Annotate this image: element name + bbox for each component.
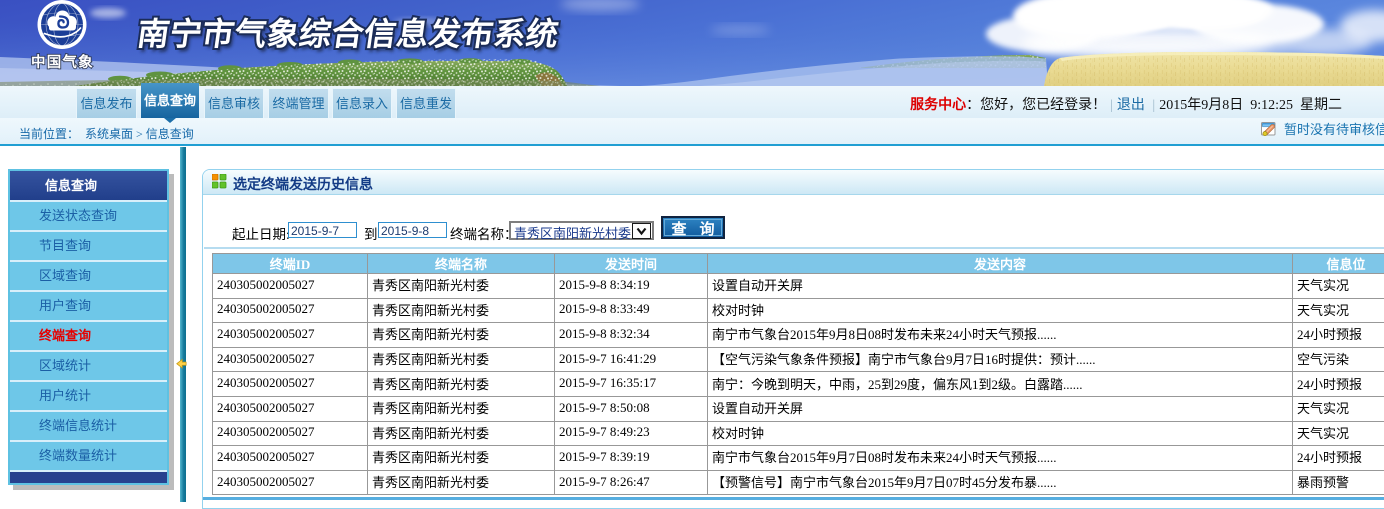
svg-text:南宁市气象综合信息发布系统: 南宁市气象综合信息发布系统 xyxy=(135,16,561,52)
svg-text:中国气象: 中国气象 xyxy=(31,53,94,71)
